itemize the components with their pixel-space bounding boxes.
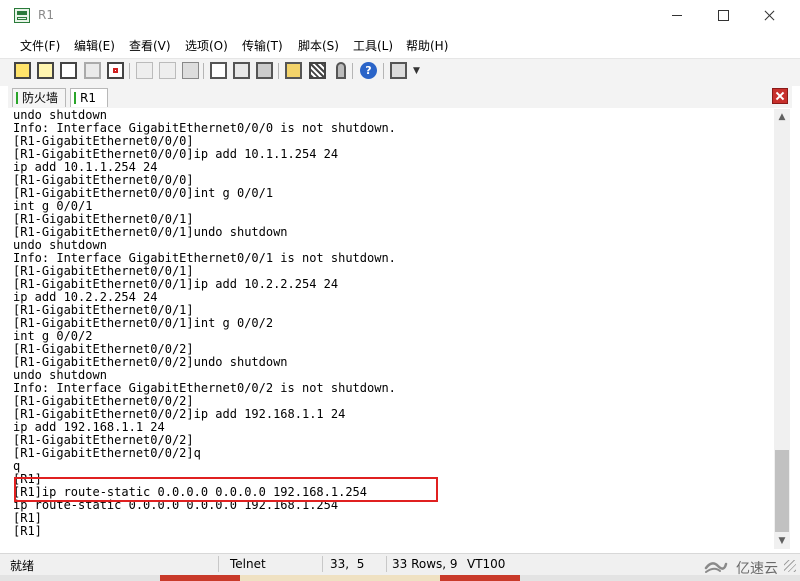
terminal-line: [R1] bbox=[13, 524, 42, 538]
terminal-line: [R1] bbox=[13, 511, 42, 525]
disconnect-icon[interactable] bbox=[107, 62, 124, 79]
resize-grip[interactable] bbox=[784, 560, 796, 572]
toolbar-separator bbox=[129, 63, 130, 79]
menu-edit[interactable]: 编辑(E) bbox=[74, 37, 115, 54]
keymap-icon[interactable] bbox=[390, 62, 407, 79]
connect-tab-icon[interactable] bbox=[60, 62, 77, 79]
menu-file[interactable]: 文件(F) bbox=[20, 37, 60, 54]
watermark-text: 亿速云 bbox=[736, 561, 778, 577]
copy-icon[interactable] bbox=[136, 62, 153, 79]
close-button[interactable] bbox=[746, 0, 792, 31]
tab-r1[interactable]: R1 bbox=[70, 88, 108, 107]
status-separator bbox=[218, 556, 219, 572]
paste-icon[interactable] bbox=[159, 62, 176, 79]
status-cursor-position: 33, 5 bbox=[330, 557, 365, 571]
key-icon[interactable] bbox=[336, 62, 346, 79]
minimize-button[interactable] bbox=[654, 0, 700, 31]
scroll-down-icon[interactable]: ▼ bbox=[774, 533, 790, 549]
global-options-icon[interactable] bbox=[309, 62, 326, 79]
status-separator bbox=[386, 556, 387, 572]
toolbar-overflow-icon[interactable]: ▼ bbox=[413, 66, 420, 76]
highlight-annotation bbox=[14, 477, 438, 502]
terminal-output: undo shutdown Info: Interface GigabitEthe… bbox=[13, 109, 396, 538]
toolbar-separator bbox=[352, 63, 353, 79]
app-icon bbox=[14, 8, 30, 23]
status-rows: 33 Rows, 9 bbox=[392, 557, 458, 571]
toolbar-separator bbox=[203, 63, 204, 79]
printer-icon[interactable] bbox=[256, 62, 273, 79]
menu-help[interactable]: 帮助(H) bbox=[406, 37, 448, 54]
reconnect-icon[interactable] bbox=[84, 62, 101, 79]
find-icon[interactable] bbox=[182, 62, 199, 79]
watermark-logo-icon bbox=[704, 562, 728, 573]
status-emulation: VT100 bbox=[467, 557, 506, 571]
connect-icon[interactable] bbox=[14, 62, 31, 79]
status-ready: 就绪 bbox=[10, 559, 35, 573]
menu-view[interactable]: 查看(V) bbox=[129, 37, 171, 54]
terminal-line: q bbox=[13, 459, 21, 473]
scroll-up-icon[interactable]: ▲ bbox=[774, 109, 790, 125]
terminal-line: [R1-GigabitEthernet0/0/2]q bbox=[13, 446, 201, 460]
help-icon[interactable]: ? bbox=[360, 62, 377, 79]
menu-script[interactable]: 脚本(S) bbox=[298, 37, 339, 54]
window-title: R1 bbox=[38, 8, 54, 22]
session-options-icon[interactable] bbox=[285, 62, 302, 79]
toolbar-separator bbox=[278, 63, 279, 79]
status-separator bbox=[322, 556, 323, 572]
tab-firewall[interactable]: 防火墙 bbox=[12, 88, 66, 107]
close-tab-icon[interactable] bbox=[772, 88, 788, 104]
scroll-thumb[interactable] bbox=[775, 450, 789, 532]
status-protocol: Telnet bbox=[230, 557, 266, 571]
maximize-button[interactable] bbox=[700, 0, 746, 31]
tab-strip bbox=[8, 86, 792, 108]
quick-connect-icon[interactable] bbox=[37, 62, 54, 79]
print-setup-icon[interactable] bbox=[210, 62, 227, 79]
toolbar-separator bbox=[383, 63, 384, 79]
desktop-background bbox=[0, 575, 800, 581]
menu-tools[interactable]: 工具(L) bbox=[353, 37, 393, 54]
menu-transfer[interactable]: 传输(T) bbox=[242, 37, 283, 54]
menu-options[interactable]: 选项(O) bbox=[185, 37, 228, 54]
print-icon[interactable] bbox=[233, 62, 250, 79]
menu-bar bbox=[0, 31, 800, 57]
